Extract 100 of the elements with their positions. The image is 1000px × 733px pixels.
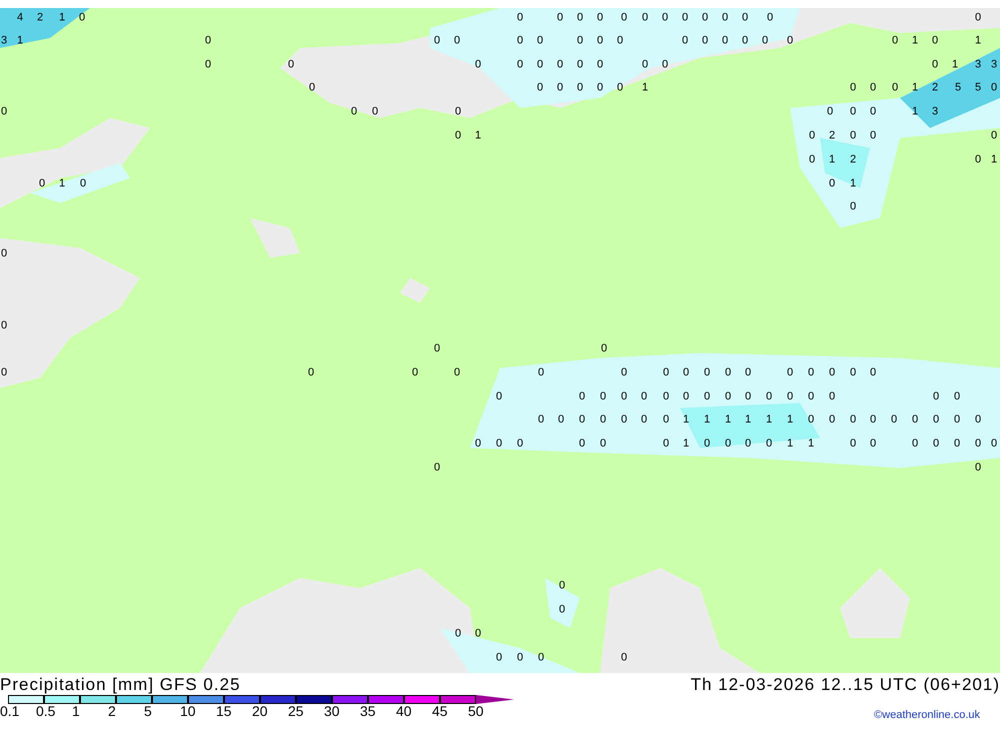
precipitation-value: 0 (870, 82, 876, 94)
precipitation-value: 0 (600, 414, 606, 426)
precipitation-value: 0 (558, 604, 566, 616)
precipitation-value: 1 (766, 414, 772, 426)
precipitation-value: 0 (288, 60, 294, 70)
precipitation-value: 5 (954, 82, 962, 94)
precipitation-value: 0 (766, 12, 774, 24)
precipitation-value: 2 (36, 12, 44, 24)
precipitation-value: 0 (702, 36, 708, 46)
legend-tick-label: 0.1 (0, 704, 20, 719)
precipitation-value: 1 (912, 82, 918, 94)
precipitation-value: 0 (682, 368, 690, 378)
precipitation-value: 0 (516, 438, 524, 450)
precipitation-value: 0 (576, 36, 584, 46)
legend-tick-label: 35 (360, 704, 377, 719)
precipitation-value: 0 (870, 438, 876, 450)
legend-tick-label: 50 (468, 704, 485, 719)
precipitation-value: 0 (932, 60, 938, 70)
precipitation-value: 0 (662, 414, 670, 426)
precipitation-value: 0 (722, 12, 728, 24)
precipitation-value: 0 (702, 12, 708, 24)
precipitation-value: 1 (828, 154, 836, 166)
precipitation-value: 0 (204, 60, 212, 70)
precipitation-value: 0 (434, 36, 440, 46)
precipitation-value: 0 (596, 60, 604, 70)
precipitation-value: 0 (762, 36, 768, 46)
precipitation-value: 4 (16, 12, 24, 24)
precipitation-value: 0 (662, 392, 670, 402)
precipitation-value: 0 (576, 12, 584, 24)
precipitation-value: 0 (826, 106, 834, 118)
legend-tick-label: 5 (144, 704, 153, 719)
precipitation-value: 1 (786, 438, 794, 450)
precipitation-value: 0 (870, 106, 876, 118)
precipitation-value: 0 (596, 36, 604, 46)
precipitation-value: 0 (744, 438, 752, 450)
precipitation-value: 1 (952, 60, 958, 70)
precipitation-value: 1 (724, 414, 732, 426)
precipitation-value: 0 (616, 82, 624, 94)
precipitation-value: 0 (766, 438, 772, 450)
legend-tick-label: 45 (432, 704, 449, 719)
precipitation-value: 0 (990, 82, 998, 94)
precipitation-value: 0 (642, 12, 648, 24)
precipitation-value: 0 (808, 368, 814, 378)
precipitation-value: 0 (536, 60, 544, 70)
precipitation-value: 0 (578, 438, 586, 450)
precipitation-value: 0 (932, 36, 938, 46)
precipitation-value: 3 (990, 60, 998, 70)
precipitation-value: 0 (990, 130, 998, 142)
precipitation-value: 0 (662, 368, 670, 378)
precipitation-value: 0 (0, 368, 8, 378)
precipitation-value: 0 (912, 438, 918, 450)
precipitation-value: 1 (990, 154, 998, 166)
precipitation-value: 0 (850, 106, 856, 118)
precipitation-value: 0 (724, 438, 732, 450)
precipitation-value: 0 (454, 628, 462, 640)
precipitation-value: 0 (78, 12, 86, 24)
precipitation-value: 0 (0, 248, 8, 260)
precipitation-value: 0 (620, 414, 628, 426)
legend-arrow-icon (476, 695, 514, 704)
precipitation-value: 1 (786, 414, 794, 426)
map-title: Precipitation [mm] GFS 0.25 (0, 675, 242, 695)
precipitation-value: 3 (974, 60, 982, 70)
precipitation-value: 1 (642, 82, 648, 94)
precipitation-value: 0 (662, 60, 668, 70)
precipitation-value: 0 (454, 36, 460, 46)
precipitation-value: 0 (558, 414, 564, 426)
precipitation-value: 0 (308, 82, 316, 94)
precipitation-value: 0 (556, 60, 564, 70)
precipitation-value: 0 (974, 154, 982, 166)
precipitation-value: 0 (578, 414, 586, 426)
precipitation-value: 0 (974, 438, 982, 450)
precipitation-value: 0 (558, 580, 566, 592)
precipitation-value: 0 (954, 438, 960, 450)
precipitation-value: 0 (682, 36, 688, 46)
forecast-time: Th 12-03-2026 12..15 UTC (06+201) (690, 675, 1000, 695)
precipitation-value: 1 (682, 438, 690, 450)
precipitation-value: 1 (974, 36, 982, 46)
precipitation-value: 0 (828, 414, 836, 426)
precipitation-value: 0 (742, 12, 748, 24)
precipitation-value: 0 (620, 368, 628, 378)
precipitation-value: 0 (620, 652, 628, 664)
precipitation-value: 0 (204, 36, 212, 46)
precipitation-value: 0 (870, 130, 876, 142)
precipitation-value: 0 (682, 12, 688, 24)
precipitation-value: 0 (454, 368, 460, 378)
precipitation-value: 0 (724, 392, 732, 402)
precipitation-value: 0 (474, 60, 482, 70)
precipitation-value: 0 (974, 12, 982, 24)
legend-tick-label: 15 (216, 704, 233, 719)
precipitation-value: 0 (744, 392, 752, 402)
legend-tick-label: 25 (288, 704, 305, 719)
precipitation-value: 0 (722, 36, 728, 46)
precipitation-value: 0 (596, 82, 604, 94)
credit-link[interactable]: ©weatheronline.co.uk (874, 707, 980, 724)
precipitation-value: 0 (620, 392, 628, 402)
precipitation-value: 0 (766, 392, 772, 402)
precipitation-value: 0 (870, 414, 876, 426)
precipitation-value: 1 (16, 36, 24, 46)
precipitation-value: 0 (850, 368, 856, 378)
precipitation-value: 0 (808, 154, 816, 166)
